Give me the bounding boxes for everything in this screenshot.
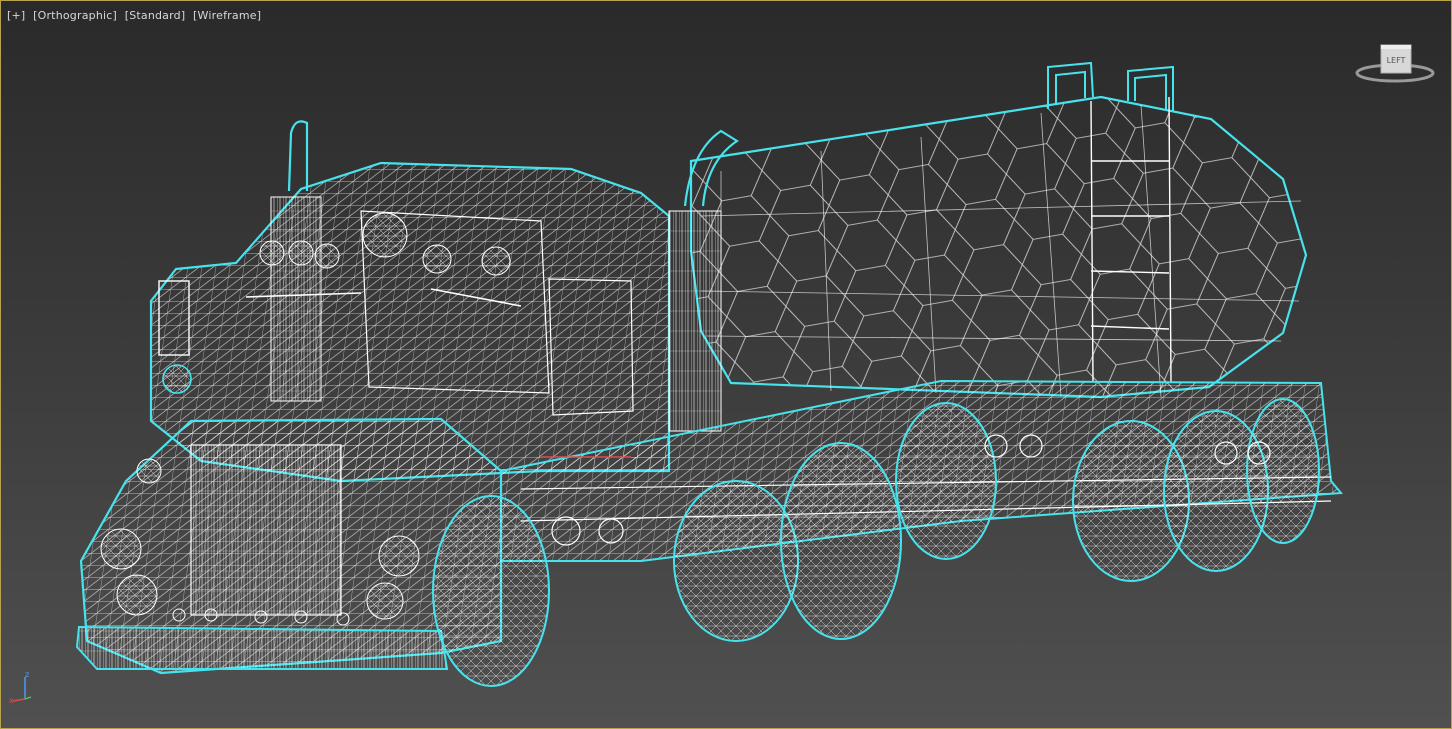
trailer-wheel-3	[1246, 398, 1320, 544]
drive-wheel-1	[673, 480, 799, 642]
x-axis-label: x	[9, 696, 14, 705]
z-axis-label: z	[25, 670, 29, 679]
wireframe-truck-model[interactable]	[1, 1, 1451, 728]
viewport-perspective[interactable]: [+] [Orthographic] [Standard] [Wireframe…	[0, 0, 1452, 729]
front-wheel	[432, 495, 550, 687]
x-axis-line	[12, 698, 26, 702]
truck-hood-grille	[75, 417, 503, 675]
viewcube-widget[interactable]: LEFT	[1355, 41, 1435, 85]
drive-wheel-3	[895, 402, 997, 560]
viewcube-face-label[interactable]: LEFT	[1387, 56, 1406, 65]
tank-body	[689, 61, 1308, 399]
axis-tripod: z x	[9, 669, 39, 705]
drive-wheel-2	[780, 442, 902, 640]
y-axis-line	[24, 696, 32, 700]
